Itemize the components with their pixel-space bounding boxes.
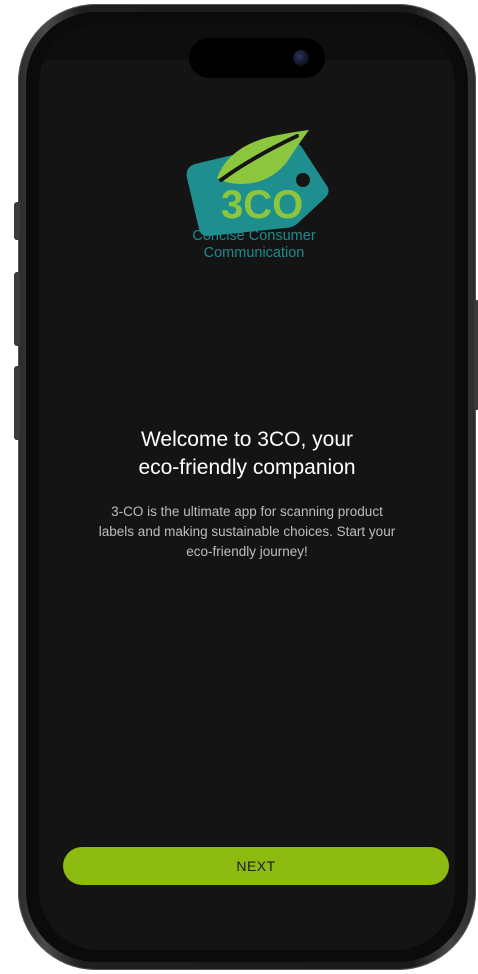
welcome-title-line2: eco-friendly companion [138,456,356,479]
logo-caption-line1: Concise Consumer [192,228,316,244]
welcome-description-line1: 3-CO is the ultimate app for scanning pr… [111,504,383,519]
logo-text: 3CO [221,183,303,227]
welcome-description-line2: labels and making sustainable choices. S… [98,524,396,539]
app-screen: 3CO Concise Consumer Communication Welco… [39,24,455,950]
logo-caption-line2: Communication [203,245,305,261]
volume-down-button [14,366,20,440]
next-button[interactable]: NEXT [63,847,449,885]
volume-up-button [14,272,20,346]
welcome-description-line3: eco-friendly journey! [186,544,308,559]
power-button [474,300,478,410]
welcome-title: Welcome to 3CO, your eco-friendly compan… [59,426,435,482]
front-camera-icon [293,50,309,66]
welcome-title-line1: Welcome to 3CO, your [140,428,354,451]
dynamic-island [189,38,325,78]
logo-caption: Concise Consumer Communication [119,228,389,262]
action-button [14,202,20,240]
welcome-description: 3-CO is the ultimate app for scanning pr… [73,502,421,562]
